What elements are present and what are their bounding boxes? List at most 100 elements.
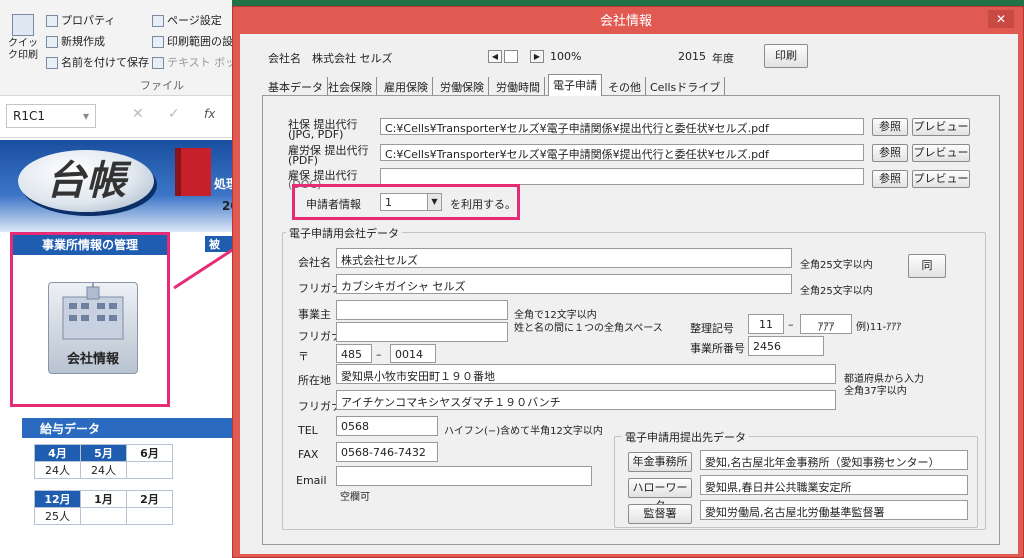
tel-label: TEL <box>298 424 318 437</box>
owner-note-2: 姓と名の間に１つの全角スペース <box>514 323 663 334</box>
salary-table-2: 12月 1月 2月 25人 <box>34 490 173 525</box>
address-note-2: 全角37字以内 <box>844 386 907 397</box>
tab-cells-drive[interactable]: Cellsドライブ <box>646 77 726 95</box>
count-cell: 25人 <box>34 507 81 525</box>
fiscal-year: 2015 <box>678 50 706 63</box>
tab-employment-insurance[interactable]: 雇用保険 <box>380 77 433 95</box>
tab-social-insurance[interactable]: 社会保険 <box>324 77 377 95</box>
address-label: 所在地 <box>298 374 331 387</box>
properties-button[interactable]: プロパティ <box>46 12 115 28</box>
month-cell[interactable]: 5月 <box>80 444 127 462</box>
function-icon[interactable]: fx <box>204 107 215 121</box>
company-name-field[interactable]: 株式会社セルズ <box>336 248 792 268</box>
company-name-caption: 会社名 <box>268 52 301 65</box>
fiscal-year-label: 年度 <box>712 52 734 65</box>
zip-dash: – <box>376 348 382 361</box>
tab-basic-data[interactable]: 基本データ <box>264 77 328 95</box>
page-setup-icon <box>152 15 164 27</box>
count-cell <box>126 461 173 479</box>
seiri-example: 例)11-ｱｱｱ <box>856 322 902 333</box>
shaho-preview-button[interactable]: プレビュー <box>912 118 970 136</box>
labor-office-field[interactable]: 愛知労働局,名古屋北労働基準監督署 <box>700 500 968 520</box>
text-box-icon <box>152 57 164 69</box>
daicho-logo: 台帳 <box>18 150 154 212</box>
koyo-path-field[interactable]: C:¥Cells¥Transporter¥セルズ¥電子申請関係¥提出代行と委任状… <box>380 144 864 161</box>
company-info-label: 会社情報 <box>66 352 119 367</box>
tab-e-application[interactable]: 電子申請 <box>548 74 602 96</box>
koyo-sub: (PDF) <box>288 154 319 167</box>
confirm-icon[interactable]: ✓ <box>168 106 180 122</box>
applicant-select[interactable]: 1 ▼ <box>380 193 442 211</box>
quick-print-button[interactable]: クイック印刷 <box>8 14 38 62</box>
hello-work-button[interactable]: ハローワーク <box>628 478 692 512</box>
koho-path-field[interactable] <box>380 168 864 185</box>
month-cell[interactable]: 4月 <box>34 444 81 462</box>
fax-label: FAX <box>298 448 319 461</box>
shaho-sub: (JPG, PDF) <box>288 128 344 141</box>
print-area-button[interactable]: 印刷範囲の設 <box>152 33 232 49</box>
count-cell <box>126 507 173 525</box>
labor-office-button[interactable]: 監督署 <box>628 504 692 524</box>
tab-other[interactable]: その他 <box>604 77 646 95</box>
owner-label: 事業主 <box>298 308 331 321</box>
seiri-field-1[interactable]: 11 <box>748 314 784 334</box>
count-cell: 24人 <box>80 461 127 479</box>
koho-preview-button[interactable]: プレビュー <box>912 170 970 188</box>
tab-working-hours[interactable]: 労働時間 <box>492 77 545 95</box>
company-kana-field[interactable]: カブシキガイシャ セルズ <box>336 274 792 294</box>
zip-field-1[interactable]: 485 <box>336 344 372 363</box>
seiri-field-2[interactable]: ｱｱｱ <box>800 314 852 334</box>
tab-labor-insurance[interactable]: 労働保険 <box>436 77 489 95</box>
same-button[interactable]: 同 <box>908 254 946 278</box>
save-as-button[interactable]: 名前を付けて保存 <box>46 54 149 70</box>
zip-field-2[interactable]: 0014 <box>390 344 436 363</box>
count-cell: 24人 <box>34 461 81 479</box>
chevron-down-icon[interactable]: ▼ <box>427 194 441 210</box>
shaho-path-field[interactable]: C:¥Cells¥Transporter¥セルズ¥電子申請関係¥提出代行と委任状… <box>380 118 864 135</box>
owner-field[interactable] <box>336 300 508 320</box>
email-note: 空欄可 <box>340 492 370 503</box>
zoom-slider[interactable] <box>504 50 518 63</box>
close-icon[interactable]: ✕ <box>988 10 1014 28</box>
owner-kana-field[interactable] <box>336 322 508 342</box>
zip-label: 〒 <box>298 350 309 363</box>
new-button[interactable]: 新規作成 <box>46 33 105 49</box>
month-cell[interactable]: 12月 <box>34 490 81 508</box>
pension-office-field[interactable]: 愛知,名古屋北年金事務所（愛知事務センター） <box>700 450 968 470</box>
address-kana-field[interactable]: アイチケンコマキシヤスダマチ１９０バンチ <box>336 390 836 410</box>
shaho-browse-button[interactable]: 参照 <box>872 118 908 136</box>
kana-note: 全角25文字以内 <box>800 286 873 297</box>
new-file-icon <box>46 36 58 48</box>
email-field[interactable] <box>336 466 592 486</box>
applicant-label: 申請者情報 <box>306 198 361 211</box>
name-label: 会社名 <box>298 256 331 269</box>
office-no-label: 事業所番号 <box>690 342 745 355</box>
chevron-down-icon: ▾ <box>82 109 89 123</box>
fax-field[interactable]: 0568-746-7432 <box>336 442 438 462</box>
scroll-right-icon[interactable]: ▶ <box>530 50 544 63</box>
hello-work-field[interactable]: 愛知県,春日井公共職業安定所 <box>700 475 968 495</box>
seiri-dash: – <box>788 318 794 331</box>
ribbon-group-label: ファイル <box>140 79 184 92</box>
destination-group-title: 電子申請用提出先データ <box>622 429 749 445</box>
properties-icon <box>46 15 58 27</box>
address-field[interactable]: 愛知県小牧市安田町１９０番地 <box>336 364 836 384</box>
koho-browse-button[interactable]: 参照 <box>872 170 908 188</box>
text-box-button[interactable]: テキスト ボックス <box>152 54 232 70</box>
scroll-left-icon[interactable]: ◀ <box>488 50 502 63</box>
month-cell[interactable]: 6月 <box>126 444 173 462</box>
count-cell <box>80 507 127 525</box>
book-icon <box>175 148 211 196</box>
print-button[interactable]: 印刷 <box>764 44 808 68</box>
tel-field[interactable]: 0568 <box>336 416 438 436</box>
page-setup-button[interactable]: ページ設定 <box>152 12 222 28</box>
cancel-icon[interactable]: ✕ <box>132 106 144 122</box>
office-no-field[interactable]: 2456 <box>748 336 824 356</box>
pension-office-button[interactable]: 年金事務所 <box>628 452 692 472</box>
dialog-title: 会社情報 <box>599 14 652 29</box>
month-cell[interactable]: 1月 <box>80 490 127 508</box>
name-box[interactable]: R1C1 ▾ <box>6 104 96 128</box>
koyo-preview-button[interactable]: プレビュー <box>912 144 970 162</box>
month-cell[interactable]: 2月 <box>126 490 173 508</box>
koyo-browse-button[interactable]: 参照 <box>872 144 908 162</box>
